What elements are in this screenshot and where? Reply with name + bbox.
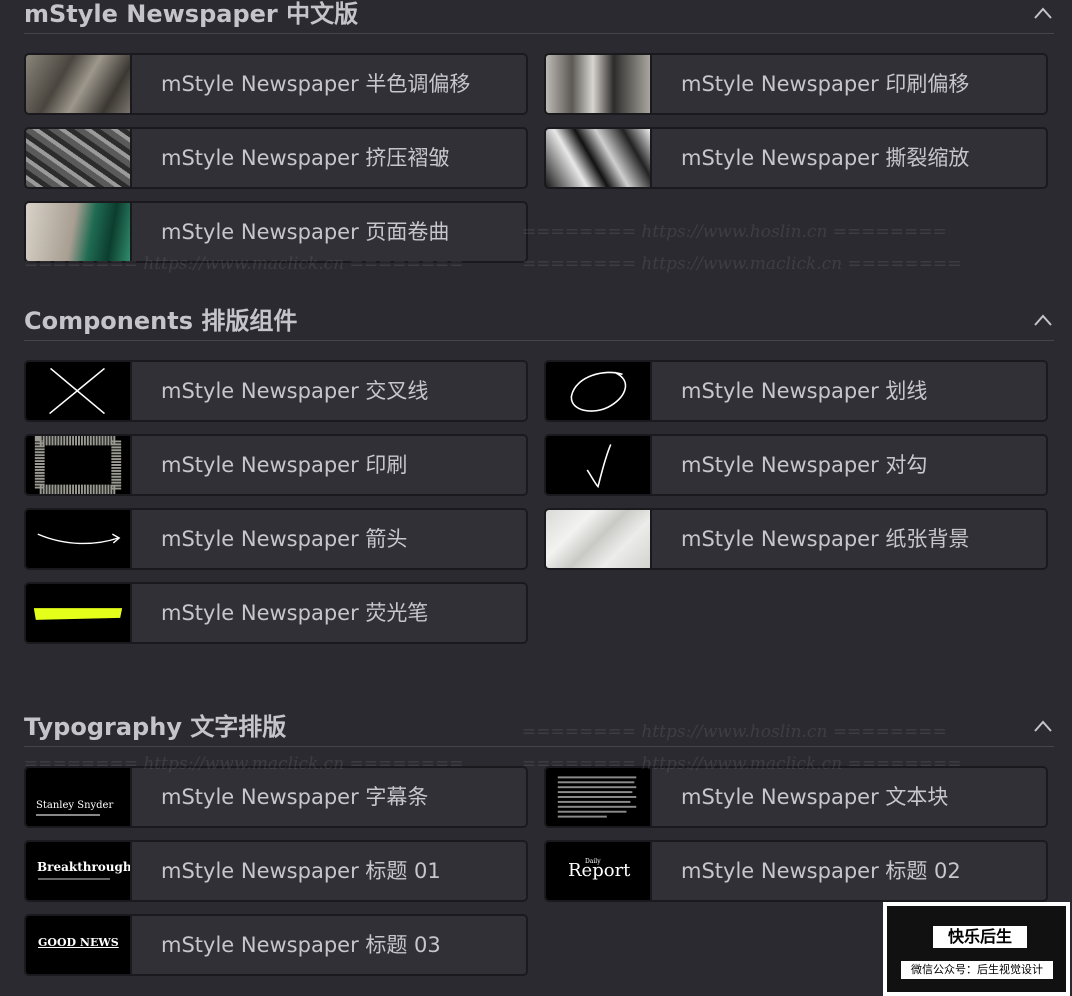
preset-label: mStyle Newspaper 交叉线 — [161, 379, 429, 403]
preset-print-offset[interactable]: mStyle Newspaper 印刷偏移 — [544, 53, 1048, 115]
checkmark-icon — [546, 436, 652, 494]
watermark: ======== https://www.hoslin.cn ======== — [522, 222, 947, 242]
preset-lower-third[interactable]: Stanley Snyder mStyle Newspaper 字幕条 — [24, 766, 528, 828]
badge-subtitle: 微信公众号：后生视觉设计 — [901, 961, 1053, 979]
section-title: mStyle Newspaper 中文版 — [24, 0, 359, 28]
title-01-thumbnail: Breakthrough — [26, 842, 132, 900]
preset-label: mStyle Newspaper 页面卷曲 — [161, 220, 450, 244]
chevron-up-icon[interactable] — [1034, 314, 1052, 326]
thumbnail-text: Breakthrough — [37, 860, 132, 874]
preset-squeeze-crumple[interactable]: mStyle Newspaper 挤压褶皱 — [24, 127, 528, 189]
thumbnail-text: Report — [568, 860, 631, 881]
preset-label: mStyle Newspaper 标题 02 — [681, 859, 961, 883]
section-header-typography[interactable]: Typography 文字排版 — [24, 713, 1054, 747]
preset-label: mStyle Newspaper 印刷偏移 — [681, 72, 970, 96]
section-header-components[interactable]: Components 排版组件 — [24, 307, 1054, 341]
paper-texture-thumbnail — [546, 510, 652, 568]
preset-label: mStyle Newspaper 标题 03 — [161, 933, 441, 957]
preset-label: mStyle Newspaper 印刷 — [161, 453, 408, 477]
preset-page-curl[interactable]: mStyle Newspaper 页面卷曲 — [24, 201, 528, 263]
preset-paper-background[interactable]: mStyle Newspaper 纸张背景 — [544, 508, 1048, 570]
section-title: Typography 文字排版 — [24, 713, 287, 741]
preset-title-01[interactable]: Breakthrough mStyle Newspaper 标题 01 — [24, 840, 528, 902]
circle-scribble-icon — [546, 362, 652, 420]
preset-thumbnail — [546, 129, 652, 187]
preset-highlighter[interactable]: mStyle Newspaper 荧光笔 — [24, 582, 528, 644]
lower-third-thumbnail: Stanley Snyder — [26, 768, 132, 826]
preset-label: mStyle Newspaper 纸张背景 — [681, 527, 970, 551]
preset-thumbnail — [546, 55, 652, 113]
preset-label: mStyle Newspaper 对勾 — [681, 453, 928, 477]
preset-print[interactable]: mStyle Newspaper 印刷 — [24, 434, 528, 496]
preset-title-02[interactable]: Daily Report mStyle Newspaper 标题 02 — [544, 840, 1048, 902]
highlighter-icon — [26, 584, 132, 642]
preset-label: mStyle Newspaper 标题 01 — [161, 859, 441, 883]
preset-halftone-offset[interactable]: mStyle Newspaper 半色调偏移 — [24, 53, 528, 115]
chevron-up-icon[interactable] — [1034, 7, 1052, 19]
preset-label: mStyle Newspaper 撕裂缩放 — [681, 146, 970, 170]
chevron-up-icon[interactable] — [1034, 720, 1052, 732]
wechat-badge: 快乐后生 微信公众号：后生视觉设计 — [883, 902, 1070, 996]
title-03-thumbnail: GOOD NEWS — [26, 916, 132, 974]
section-title: Components 排版组件 — [24, 307, 298, 335]
badge-inner: 快乐后生 微信公众号：后生视觉设计 — [887, 906, 1066, 992]
preset-thumbnail — [26, 203, 132, 261]
preset-tear-zoom[interactable]: mStyle Newspaper 撕裂缩放 — [544, 127, 1048, 189]
preset-cross-lines[interactable]: mStyle Newspaper 交叉线 — [24, 360, 528, 422]
text-block-icon — [546, 768, 652, 826]
preset-title-03[interactable]: GOOD NEWS mStyle Newspaper 标题 03 — [24, 914, 528, 976]
print-frame-icon — [26, 436, 132, 494]
arrow-icon — [26, 510, 132, 568]
title-02-thumbnail: Daily Report — [546, 842, 652, 900]
section-header-chinese[interactable]: mStyle Newspaper 中文版 — [24, 0, 1054, 34]
thumbnail-text: Stanley Snyder — [36, 800, 114, 811]
preset-thumbnail — [26, 129, 132, 187]
preset-label: mStyle Newspaper 箭头 — [161, 527, 408, 551]
preset-arrow[interactable]: mStyle Newspaper 箭头 — [24, 508, 528, 570]
preset-text-block[interactable]: mStyle Newspaper 文本块 — [544, 766, 1048, 828]
preset-thumbnail — [26, 55, 132, 113]
preset-label: mStyle Newspaper 挤压褶皱 — [161, 146, 450, 170]
preset-label: mStyle Newspaper 荧光笔 — [161, 601, 429, 625]
preset-label: mStyle Newspaper 半色调偏移 — [161, 72, 471, 96]
preset-strike[interactable]: mStyle Newspaper 划线 — [544, 360, 1048, 422]
preset-checkmark[interactable]: mStyle Newspaper 对勾 — [544, 434, 1048, 496]
preset-label: mStyle Newspaper 划线 — [681, 379, 928, 403]
thumbnail-text: GOOD NEWS — [38, 936, 119, 949]
cross-lines-icon — [26, 362, 132, 420]
watermark: ======== https://www.maclick.cn ======== — [522, 254, 962, 274]
preset-label: mStyle Newspaper 字幕条 — [161, 785, 429, 809]
preset-label: mStyle Newspaper 文本块 — [681, 785, 949, 809]
badge-title: 快乐后生 — [933, 926, 1027, 948]
